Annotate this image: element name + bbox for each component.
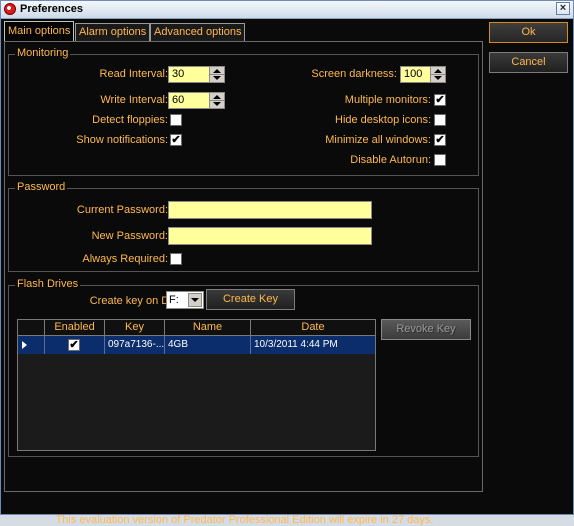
write-interval-stepper[interactable]: 60 [168,92,225,109]
screen-darkness-value: 100 [404,68,423,80]
tab-advanced-options[interactable]: Advanced options [150,23,246,41]
read-interval-label: Read Interval: [99,68,168,80]
drive-select-value: F: [169,294,179,306]
column-name[interactable]: Name [164,320,250,335]
chevron-down-icon[interactable] [188,293,202,307]
read-interval-value: 30 [172,68,185,80]
tab-alarm-options[interactable]: Alarm options [75,23,151,41]
spin-arrows-icon[interactable] [209,67,224,82]
minimize-all-windows-checkbox[interactable]: ✔ [434,134,446,146]
new-password-field[interactable] [168,227,372,245]
write-interval-value: 60 [172,94,185,106]
flash-drives-title: Flash Drives [15,278,81,290]
new-password-label: New Password: [91,230,168,242]
always-required-label: Always Required: [82,253,168,265]
show-notifications-checkbox[interactable]: ✔ [170,134,182,146]
read-interval-stepper[interactable]: 30 [168,66,225,83]
minimize-all-windows-label: Minimize all windows: [325,134,431,146]
row-selector-header [18,320,44,335]
preferences-window: Preferences × Main options Alarm options… [0,0,574,526]
close-button[interactable]: × [556,2,570,15]
current-password-label: Current Password: [76,204,168,216]
create-key-button[interactable]: Create Key [206,289,295,310]
monitoring-group: Monitoring Read Interval: 30 Write Inter… [8,47,479,176]
show-notifications-label: Show notifications: [76,134,168,146]
disable-autorun-checkbox[interactable] [434,154,446,166]
detect-floppies-checkbox[interactable] [170,114,182,126]
spin-arrows-icon[interactable] [430,67,445,82]
evaluation-notice: This evaluation version of Predator Prof… [55,514,434,526]
table-header: Enabled Key Name Date [18,320,375,336]
cell-key: 097a7136-... [104,336,164,354]
cell-name: 4GB [164,336,250,354]
column-key[interactable]: Key [104,320,164,335]
hide-desktop-icons-label: Hide desktop icons: [335,114,431,126]
row-enabled-checkbox[interactable]: ✔ [68,339,80,351]
hide-desktop-icons-checkbox[interactable] [434,114,446,126]
column-date[interactable]: Date [250,320,375,335]
flash-drives-table[interactable]: Enabled Key Name Date ✔ 097a7136-... 4GB… [17,319,376,451]
password-group: Password Current Password: New Password:… [8,181,479,272]
spin-arrows-icon[interactable] [209,93,224,108]
multiple-monitors-checkbox[interactable]: ✔ [434,94,446,106]
table-row[interactable]: ✔ 097a7136-... 4GB 10/3/2011 4:44 PM [18,336,375,354]
drive-select[interactable]: F: [166,291,204,309]
cell-enabled[interactable]: ✔ [44,336,104,354]
cell-date: 10/3/2011 4:44 PM [250,336,375,354]
screen-darkness-label: Screen darkness: [311,68,397,80]
always-required-checkbox[interactable] [170,253,182,265]
cancel-button[interactable]: Cancel [489,52,568,73]
revoke-key-button[interactable]: Revoke Key [381,319,471,340]
current-password-field[interactable] [168,201,372,219]
monitoring-title: Monitoring [15,47,71,59]
column-enabled[interactable]: Enabled [44,320,104,335]
predator-icon [4,3,16,15]
title-bar[interactable]: Preferences × [1,1,573,19]
window-bottom-edge [1,501,573,514]
row-pointer-icon [22,341,27,349]
screen-darkness-stepper[interactable]: 100 [400,66,446,83]
detect-floppies-label: Detect floppies: [92,114,168,126]
multiple-monitors-label: Multiple monitors: [344,94,431,106]
disable-autorun-label: Disable Autorun: [350,154,431,166]
window-title: Preferences [20,3,83,15]
write-interval-label: Write Interval: [100,94,168,106]
tab-main-options[interactable]: Main options [4,21,75,42]
password-title: Password [15,181,68,193]
ok-button[interactable]: Ok [489,22,568,43]
